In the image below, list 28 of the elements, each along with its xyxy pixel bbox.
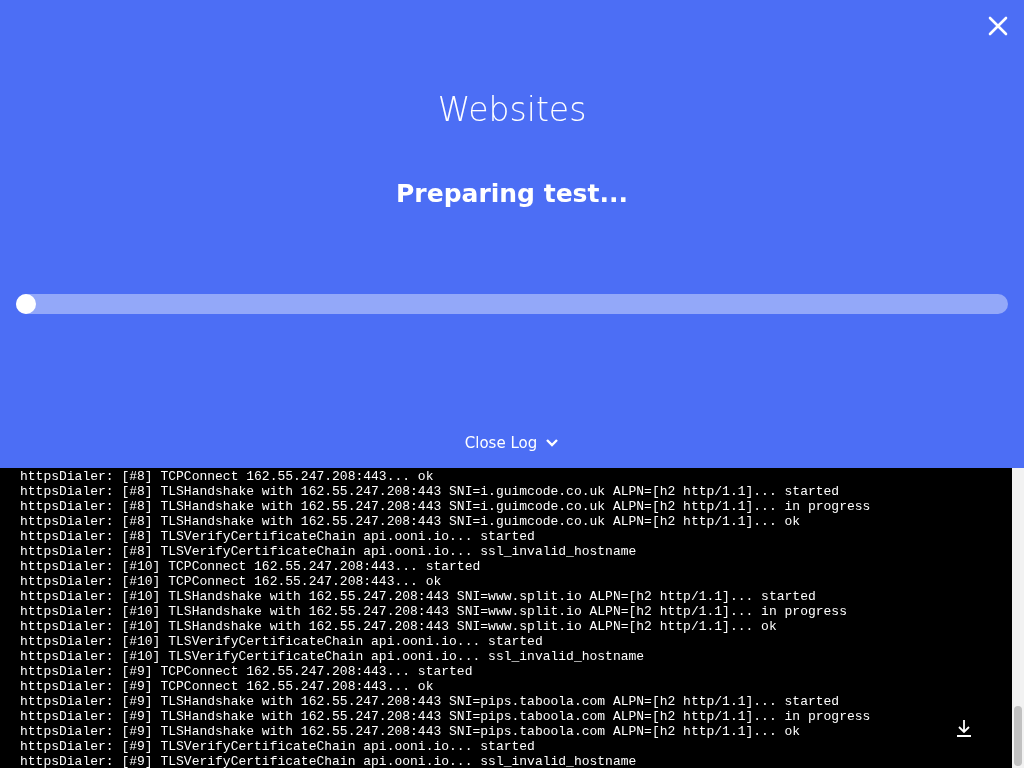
scrollbar[interactable] — [1012, 468, 1024, 768]
close-icon[interactable] — [988, 16, 1008, 36]
log-line: httpsDialer: [#9] TLSHandshake with 162.55.247.208:443 SNI=pips.taboola.com ALPN=[h2 http/1.1]... ok — [20, 724, 801, 739]
chevron-icon — [545, 438, 560, 448]
log-line: httpsDialer: [#10] TCPConnect 162.55.247.208:443... ok — [20, 574, 442, 589]
download-icon[interactable] — [956, 719, 972, 737]
log-line: httpsDialer: [#9] TCPConnect 162.55.247.208:443... ok — [20, 679, 434, 694]
log-line: httpsDialer: [#8] TLSHandshake with 162.55.247.208:443 SNI=i.guimcode.co.uk ALPN=[h2 http/1.1]... in progress — [20, 499, 871, 514]
log-line: httpsDialer: [#10] TLSVerifyCertificateChain api.ooni.io... started — [20, 634, 543, 649]
test-title: Websites — [437, 90, 587, 130]
scrollbar-thumb[interactable] — [1014, 706, 1022, 766]
log-line: httpsDialer: [#9] TLSHandshake with 162.55.247.208:443 SNI=pips.taboola.com ALPN=[h2 http/1.1]... in progress — [20, 709, 871, 724]
log-line: httpsDialer: [#10] TLSVerifyCertificateChain api.ooni.io... ssl_invalid_hostname — [20, 649, 645, 664]
log-line: httpsDialer: [#10] TLSHandshake with 162.55.247.208:443 SNI=www.split.io ALPN=[h2 http/1.1]... in progress — [20, 604, 847, 619]
status-text: Preparing test... — [396, 178, 628, 210]
log-line: httpsDialer: [#9] TCPConnect 162.55.247.208:443... started — [20, 664, 473, 679]
log-line: httpsDialer: [#9] TLSVerifyCertificateChain api.ooni.io... ssl_invalid_hostname — [20, 754, 637, 768]
log-line: httpsDialer: [#10] TLSHandshake with 162.55.247.208:443 SNI=www.split.io ALPN=[h2 http/1.1]... started — [20, 589, 816, 604]
log-line: httpsDialer: [#8] TLSHandshake with 162.55.247.208:443 SNI=i.guimcode.co.uk ALPN=[h2 http/1.1]... started — [20, 484, 840, 499]
log-line: httpsDialer: [#10] TLSHandshake with 162.55.247.208:443 SNI=www.split.io ALPN=[h2 http/1.1]... ok — [20, 619, 777, 634]
log-line: httpsDialer: [#8] TLSVerifyCertificateChain api.ooni.io... started — [20, 529, 535, 544]
log-line: httpsDialer: [#8] TLSHandshake with 162.55.247.208:443 SNI=i.guimcode.co.uk ALPN=[h2 http/1.1]... ok — [20, 514, 801, 529]
log-line: httpsDialer: [#9] TLSHandshake with 162.55.247.208:443 SNI=pips.taboola.com ALPN=[h2 http/1.1]... started — [20, 694, 840, 709]
log-line: httpsDialer: [#8] TCPConnect 162.55.247.208:443... ok — [20, 469, 434, 484]
log-line: httpsDialer: [#9] TLSVerifyCertificateChain api.ooni.io... started — [20, 739, 535, 754]
close-log-button[interactable]: Close Log — [464, 434, 560, 452]
log-line: httpsDialer: [#8] TLSVerifyCertificateChain api.ooni.io... ssl_invalid_hostname — [20, 544, 637, 559]
log-line: httpsDialer: [#10] TCPConnect 162.55.247.208:443... started — [20, 559, 481, 574]
